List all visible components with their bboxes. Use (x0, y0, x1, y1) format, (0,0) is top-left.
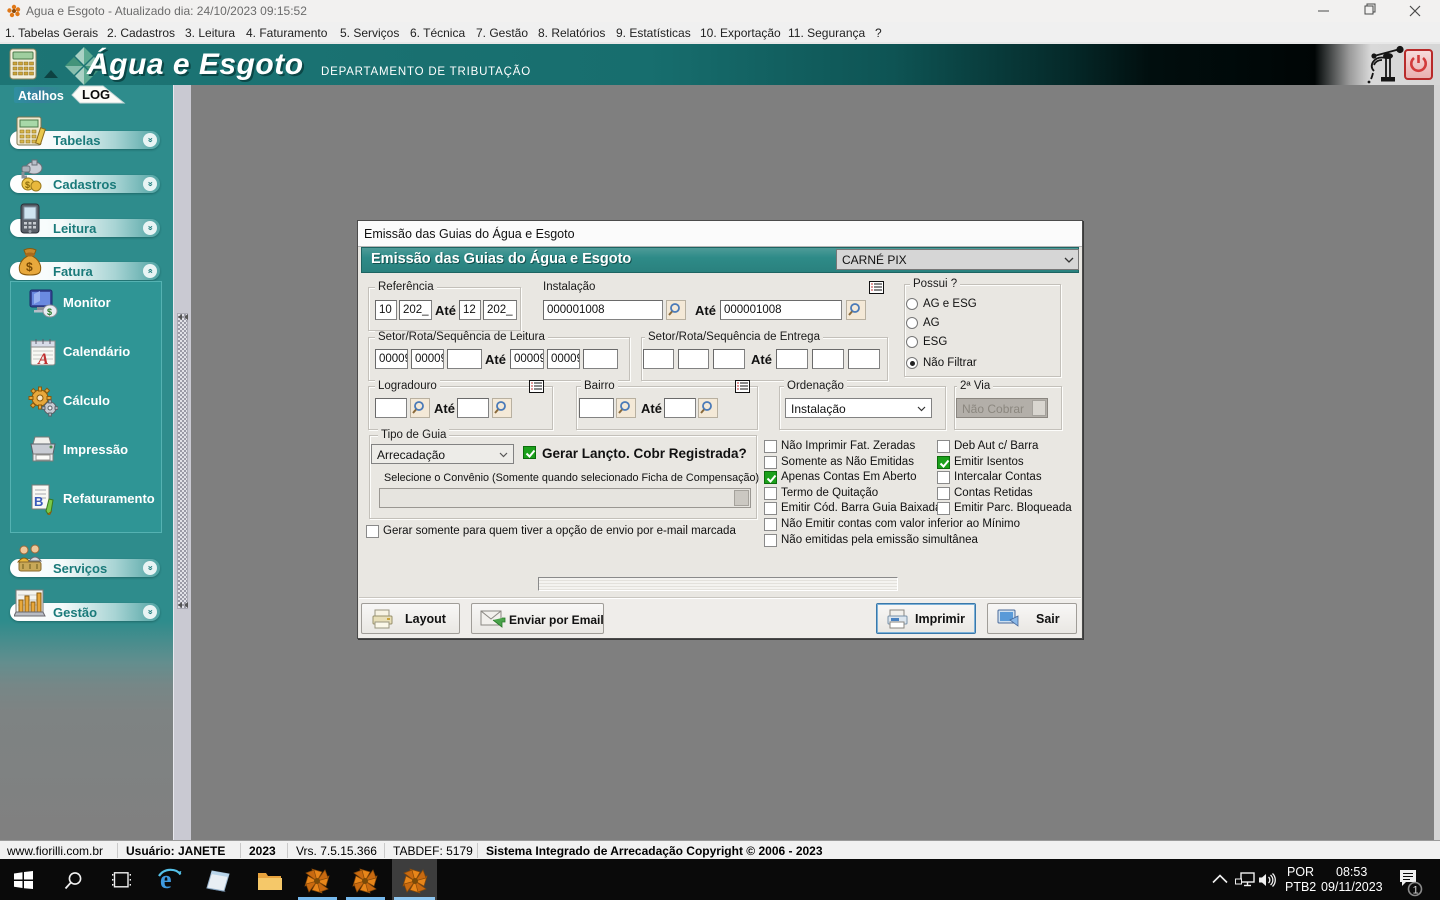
svg-text:B: B (34, 494, 43, 509)
svg-text:1: 1 (1413, 885, 1419, 897)
svg-text:$: $ (26, 260, 33, 274)
svg-text:$: $ (47, 307, 52, 317)
svg-text:$: $ (25, 180, 30, 190)
svg-text:LOG: LOG (82, 87, 110, 102)
svg-text:A: A (37, 351, 49, 368)
